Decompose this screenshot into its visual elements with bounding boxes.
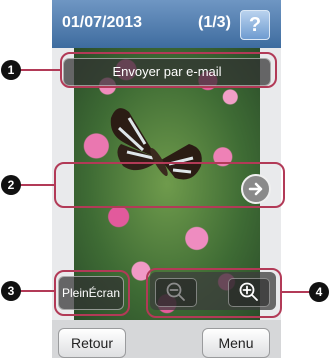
callout-number-3: 3 xyxy=(1,281,21,301)
callout-line-2 xyxy=(18,184,54,186)
callout-line-3 xyxy=(18,290,54,292)
callout-frame-fullscreen xyxy=(54,270,130,316)
footer-bar: Retour Menu xyxy=(52,320,281,358)
callout-line-4 xyxy=(280,291,312,293)
back-button[interactable]: Retour xyxy=(58,328,126,358)
photo-date: 01/07/2013 xyxy=(62,14,143,31)
callout-frame-navigation xyxy=(54,162,285,208)
callout-number-4: 4 xyxy=(309,282,329,302)
menu-button[interactable]: Menu xyxy=(202,328,270,358)
photo-counter: (1/3) xyxy=(198,14,231,31)
help-button[interactable]: ? xyxy=(240,10,270,40)
callout-line-1 xyxy=(18,69,60,71)
callout-number-2: 2 xyxy=(1,175,21,195)
callout-number-1: 1 xyxy=(1,60,21,80)
header-bar: 01/07/2013 (1/3) ? xyxy=(52,0,281,48)
callout-frame-email xyxy=(60,52,277,88)
callout-frame-zoom xyxy=(146,268,282,318)
